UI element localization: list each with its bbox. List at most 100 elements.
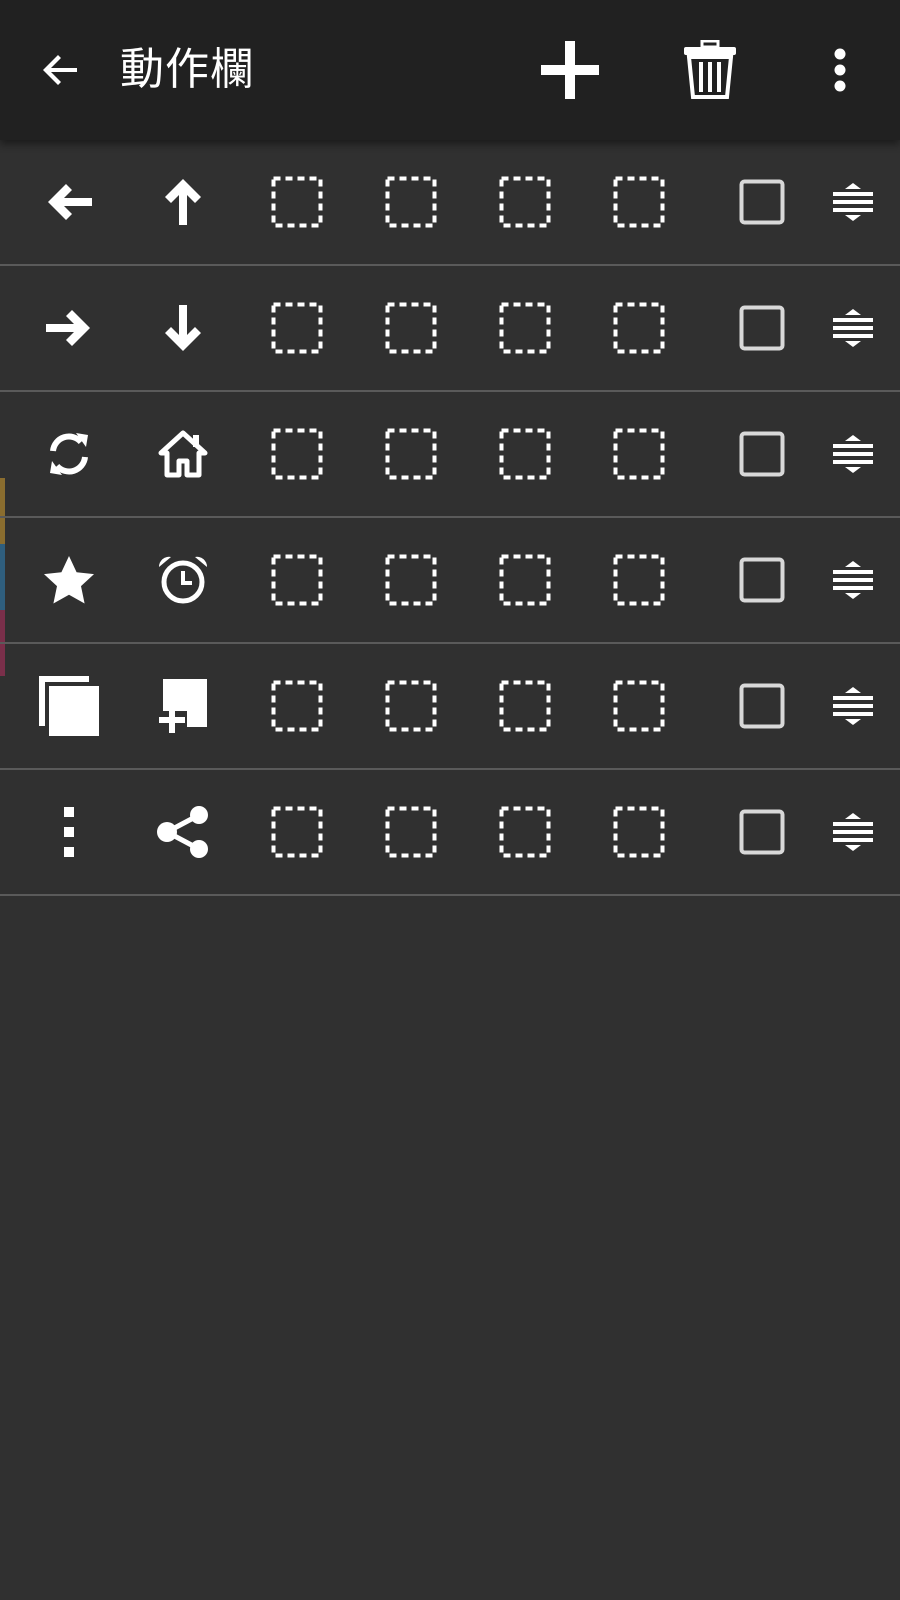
empty-action-slot[interactable] <box>582 392 696 516</box>
action-slot[interactable] <box>126 392 240 516</box>
list-item[interactable] <box>0 266 900 392</box>
empty-action-slot[interactable] <box>582 518 696 642</box>
empty-action-slot[interactable] <box>582 266 696 390</box>
empty-action-slot[interactable] <box>354 770 468 894</box>
row-checkbox[interactable] <box>706 140 818 264</box>
empty-slot-icon <box>385 680 437 732</box>
drag-handle[interactable] <box>806 518 900 642</box>
trash-icon <box>684 40 736 99</box>
refresh-icon <box>50 433 88 475</box>
empty-action-slot[interactable] <box>354 644 468 768</box>
empty-slot-icon <box>499 302 551 354</box>
empty-action-slot[interactable] <box>240 266 354 390</box>
empty-slot-icon <box>385 554 437 606</box>
empty-action-slot[interactable] <box>240 644 354 768</box>
drag-handle-icon <box>833 813 873 851</box>
empty-action-slot[interactable] <box>468 518 582 642</box>
empty-action-slot[interactable] <box>354 518 468 642</box>
empty-action-slot[interactable] <box>582 644 696 768</box>
more-vertical-icon <box>834 48 846 92</box>
star-icon <box>44 556 94 604</box>
action-slot[interactable] <box>126 644 240 768</box>
empty-action-slot[interactable] <box>354 392 468 516</box>
empty-slot-icon <box>385 176 437 228</box>
drag-handle[interactable] <box>806 644 900 768</box>
checkbox-unchecked-icon <box>739 179 785 225</box>
list-item[interactable] <box>0 644 900 770</box>
app-bar: 動作欄 <box>0 0 900 140</box>
empty-slot-icon <box>271 554 323 606</box>
home-icon <box>158 430 208 478</box>
empty-slot-icon <box>613 680 665 732</box>
empty-slot-icon <box>613 428 665 480</box>
empty-slot-icon <box>385 428 437 480</box>
list-item[interactable] <box>0 518 900 644</box>
empty-slot-icon <box>499 806 551 858</box>
plus-icon <box>541 41 599 99</box>
empty-action-slot[interactable] <box>240 392 354 516</box>
empty-action-slot[interactable] <box>240 770 354 894</box>
checkbox-unchecked-icon <box>739 305 785 351</box>
empty-action-slot[interactable] <box>468 770 582 894</box>
drag-handle-icon <box>833 183 873 221</box>
list-item[interactable] <box>0 392 900 518</box>
row-checkbox[interactable] <box>706 644 818 768</box>
empty-action-slot[interactable] <box>468 140 582 264</box>
arrow-left-icon <box>43 55 77 85</box>
drag-handle[interactable] <box>806 266 900 390</box>
delete-button[interactable] <box>670 30 750 110</box>
action-slot[interactable] <box>12 770 126 894</box>
action-slot[interactable] <box>12 140 126 264</box>
overflow-menu-button[interactable] <box>800 30 880 110</box>
action-slot[interactable] <box>126 518 240 642</box>
back-button[interactable] <box>26 30 96 110</box>
action-bar-list <box>0 140 900 896</box>
row-checkbox[interactable] <box>706 266 818 390</box>
empty-action-slot[interactable] <box>582 140 696 264</box>
empty-action-slot[interactable] <box>240 140 354 264</box>
empty-action-slot[interactable] <box>354 266 468 390</box>
empty-action-slot[interactable] <box>582 770 696 894</box>
arrow-left-icon <box>48 184 92 220</box>
share-icon <box>157 806 208 858</box>
row-checkbox[interactable] <box>706 518 818 642</box>
empty-action-slot[interactable] <box>468 266 582 390</box>
empty-slot-icon <box>271 428 323 480</box>
empty-action-slot[interactable] <box>468 644 582 768</box>
empty-action-slot[interactable] <box>240 518 354 642</box>
action-slot[interactable] <box>126 266 240 390</box>
checkbox-unchecked-icon <box>739 431 785 477</box>
empty-action-slot[interactable] <box>354 140 468 264</box>
action-slot[interactable] <box>12 392 126 516</box>
drag-handle[interactable] <box>806 770 900 894</box>
action-slot[interactable] <box>12 266 126 390</box>
copy-icon <box>39 676 99 736</box>
alarm-clock-icon <box>158 556 208 604</box>
row-checkbox[interactable] <box>706 392 818 516</box>
more-vertical-icon <box>64 807 74 857</box>
action-slot[interactable] <box>12 644 126 768</box>
add-button[interactable] <box>530 30 610 110</box>
action-slot[interactable] <box>126 140 240 264</box>
empty-slot-icon <box>499 680 551 732</box>
empty-slot-icon <box>499 554 551 606</box>
add-page-icon <box>157 679 207 735</box>
checkbox-unchecked-icon <box>739 683 785 729</box>
list-item[interactable] <box>0 770 900 896</box>
arrow-down-icon <box>165 305 201 351</box>
empty-slot-icon <box>385 302 437 354</box>
row-checkbox[interactable] <box>706 770 818 894</box>
empty-slot-icon <box>499 428 551 480</box>
arrow-up-icon <box>165 179 201 225</box>
empty-slot-icon <box>613 806 665 858</box>
action-slot[interactable] <box>12 518 126 642</box>
action-slot[interactable] <box>126 770 240 894</box>
empty-slot-icon <box>271 680 323 732</box>
empty-slot-icon <box>271 302 323 354</box>
empty-slot-icon <box>613 176 665 228</box>
empty-action-slot[interactable] <box>468 392 582 516</box>
drag-handle[interactable] <box>806 392 900 516</box>
drag-handle-icon <box>833 309 873 347</box>
drag-handle[interactable] <box>806 140 900 264</box>
list-item[interactable] <box>0 140 900 266</box>
